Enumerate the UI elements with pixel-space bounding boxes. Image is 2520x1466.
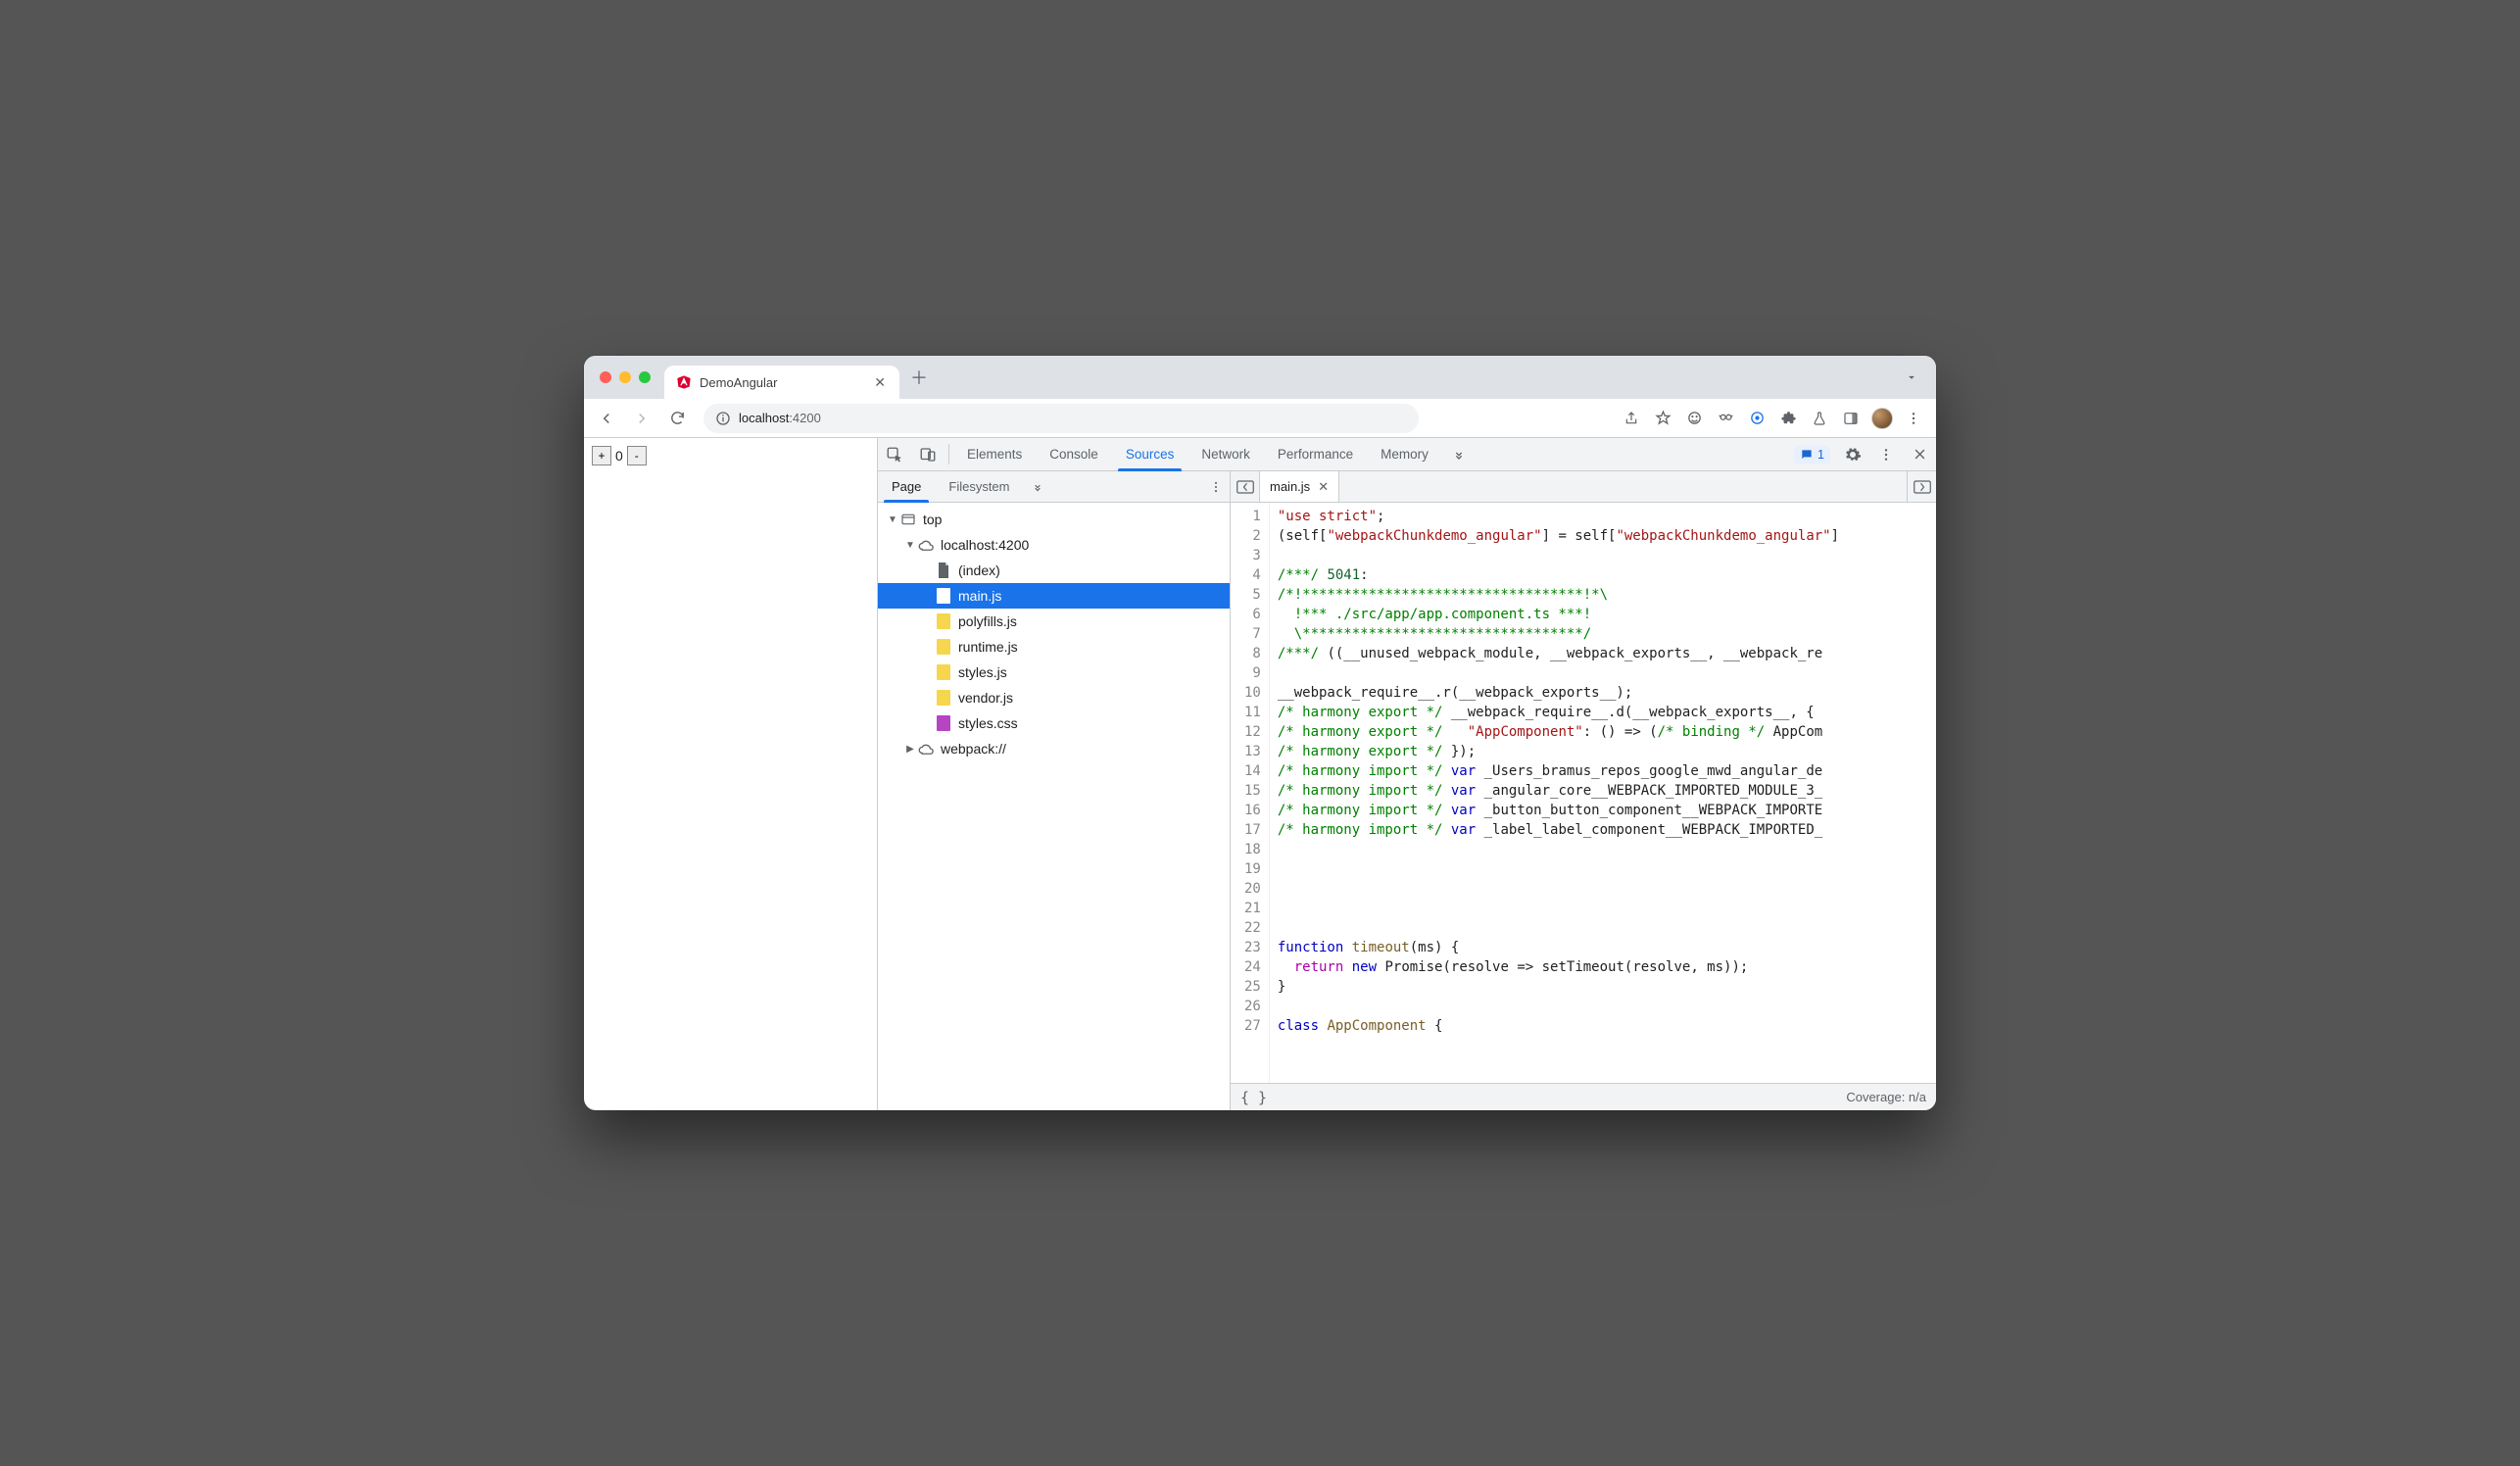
minimize-window-button[interactable] [619,371,631,383]
coverage-label: Coverage: n/a [1846,1090,1926,1104]
increment-button[interactable]: + [592,446,611,465]
new-tab-button[interactable]: ＋ [905,364,933,391]
settings-gear-icon[interactable] [1836,446,1869,464]
tab-performance[interactable]: Performance [1264,438,1367,470]
angular-favicon [676,374,692,390]
devtools-menu-icon[interactable] [1869,447,1903,463]
editor-tab-mainjs[interactable]: main.js ✕ [1260,471,1339,502]
tab-sources[interactable]: Sources [1112,438,1188,470]
nav-more-tabs-icon[interactable] [1024,471,1051,502]
tree-top-frame[interactable]: ▼top [878,507,1230,532]
tree-webpack[interactable]: ▶webpack:// [878,736,1230,761]
line-gutter: 1234567891011121314151617181920212223242… [1231,503,1270,1083]
tab-title: DemoAngular [700,375,872,390]
back-button[interactable] [592,404,621,433]
extension-icon-3[interactable] [1742,404,1771,433]
decrement-button[interactable]: - [627,446,647,465]
tree-file-vendor-js[interactable]: vendor.js [878,685,1230,710]
share-icon[interactable] [1617,404,1646,433]
url-text: localhost:4200 [739,411,821,425]
tab-search-button[interactable] [1897,363,1926,392]
tree-file-styles-js[interactable]: styles.js [878,660,1230,685]
code-view[interactable]: 1234567891011121314151617181920212223242… [1231,503,1936,1083]
navigator-tabbar: Page Filesystem [878,471,1230,503]
browser-window: DemoAngular ✕ ＋ localhost:4200 [584,356,1936,1110]
editor-tab-label: main.js [1270,479,1310,494]
close-window-button[interactable] [600,371,611,383]
browser-toolbar: localhost:4200 [584,399,1936,438]
more-tabs-icon[interactable] [1442,438,1476,470]
nav-tab-page[interactable]: Page [878,471,935,502]
site-info-icon[interactable] [715,411,731,426]
editor-tabbar: main.js ✕ [1231,471,1936,503]
nav-menu-icon[interactable] [1202,471,1230,502]
code-content: "use strict";(self["webpackChunkdemo_ang… [1270,503,1936,1083]
issues-badge[interactable]: 1 [1794,446,1830,464]
extensions-puzzle-icon[interactable] [1773,404,1803,433]
issues-count: 1 [1817,448,1824,462]
reload-button[interactable] [662,404,692,433]
tab-console[interactable]: Console [1036,438,1112,470]
forward-button[interactable] [627,404,656,433]
page-content: + 0 - [584,438,878,1110]
toggle-navigator-icon[interactable] [1231,471,1260,502]
tab-elements[interactable]: Elements [953,438,1036,470]
editor-statusbar: { } Coverage: n/a [1231,1083,1936,1110]
tree-origin[interactable]: ▼localhost:4200 [878,532,1230,558]
sources-navigator: Page Filesystem ▼top▼localhost:4200(inde… [878,471,1231,1110]
device-toolbar-icon[interactable] [911,438,945,470]
tree-file-main-js[interactable]: main.js [878,583,1230,609]
profile-avatar[interactable] [1867,404,1897,433]
extension-icon-2[interactable] [1711,404,1740,433]
nav-tab-filesystem[interactable]: Filesystem [935,471,1023,502]
pretty-print-icon[interactable]: { } [1240,1089,1267,1106]
source-editor: main.js ✕ 123456789101112131415161718192… [1231,471,1936,1110]
close-devtools-icon[interactable] [1903,447,1936,462]
file-tree[interactable]: ▼top▼localhost:4200(index)main.jspolyfil… [878,503,1230,1110]
counter-value: 0 [613,448,625,464]
browser-menu-icon[interactable] [1899,404,1928,433]
extension-icon-1[interactable] [1679,404,1709,433]
tree-file-polyfills-js[interactable]: polyfills.js [878,609,1230,634]
close-editor-tab-icon[interactable]: ✕ [1318,479,1329,495]
tree-file-styles-css[interactable]: styles.css [878,710,1230,736]
tab-memory[interactable]: Memory [1367,438,1442,470]
tab-network[interactable]: Network [1187,438,1264,470]
counter-widget: + 0 - [592,446,869,465]
devtools-tabbar: Elements Console Sources Network Perform… [878,438,1936,471]
toggle-debugger-icon[interactable] [1907,471,1936,502]
side-panel-icon[interactable] [1836,404,1866,433]
bookmark-star-icon[interactable] [1648,404,1677,433]
maximize-window-button[interactable] [639,371,651,383]
devtools-panel: Elements Console Sources Network Perform… [878,438,1936,1110]
window-controls [600,371,651,383]
labs-flask-icon[interactable] [1805,404,1834,433]
browser-tab[interactable]: DemoAngular ✕ [664,366,899,399]
tree-file--index-[interactable]: (index) [878,558,1230,583]
titlebar: DemoAngular ✕ ＋ [584,356,1936,399]
close-tab-button[interactable]: ✕ [872,372,888,393]
tree-file-runtime-js[interactable]: runtime.js [878,634,1230,660]
inspect-element-icon[interactable] [878,438,911,470]
address-bar[interactable]: localhost:4200 [703,404,1419,433]
